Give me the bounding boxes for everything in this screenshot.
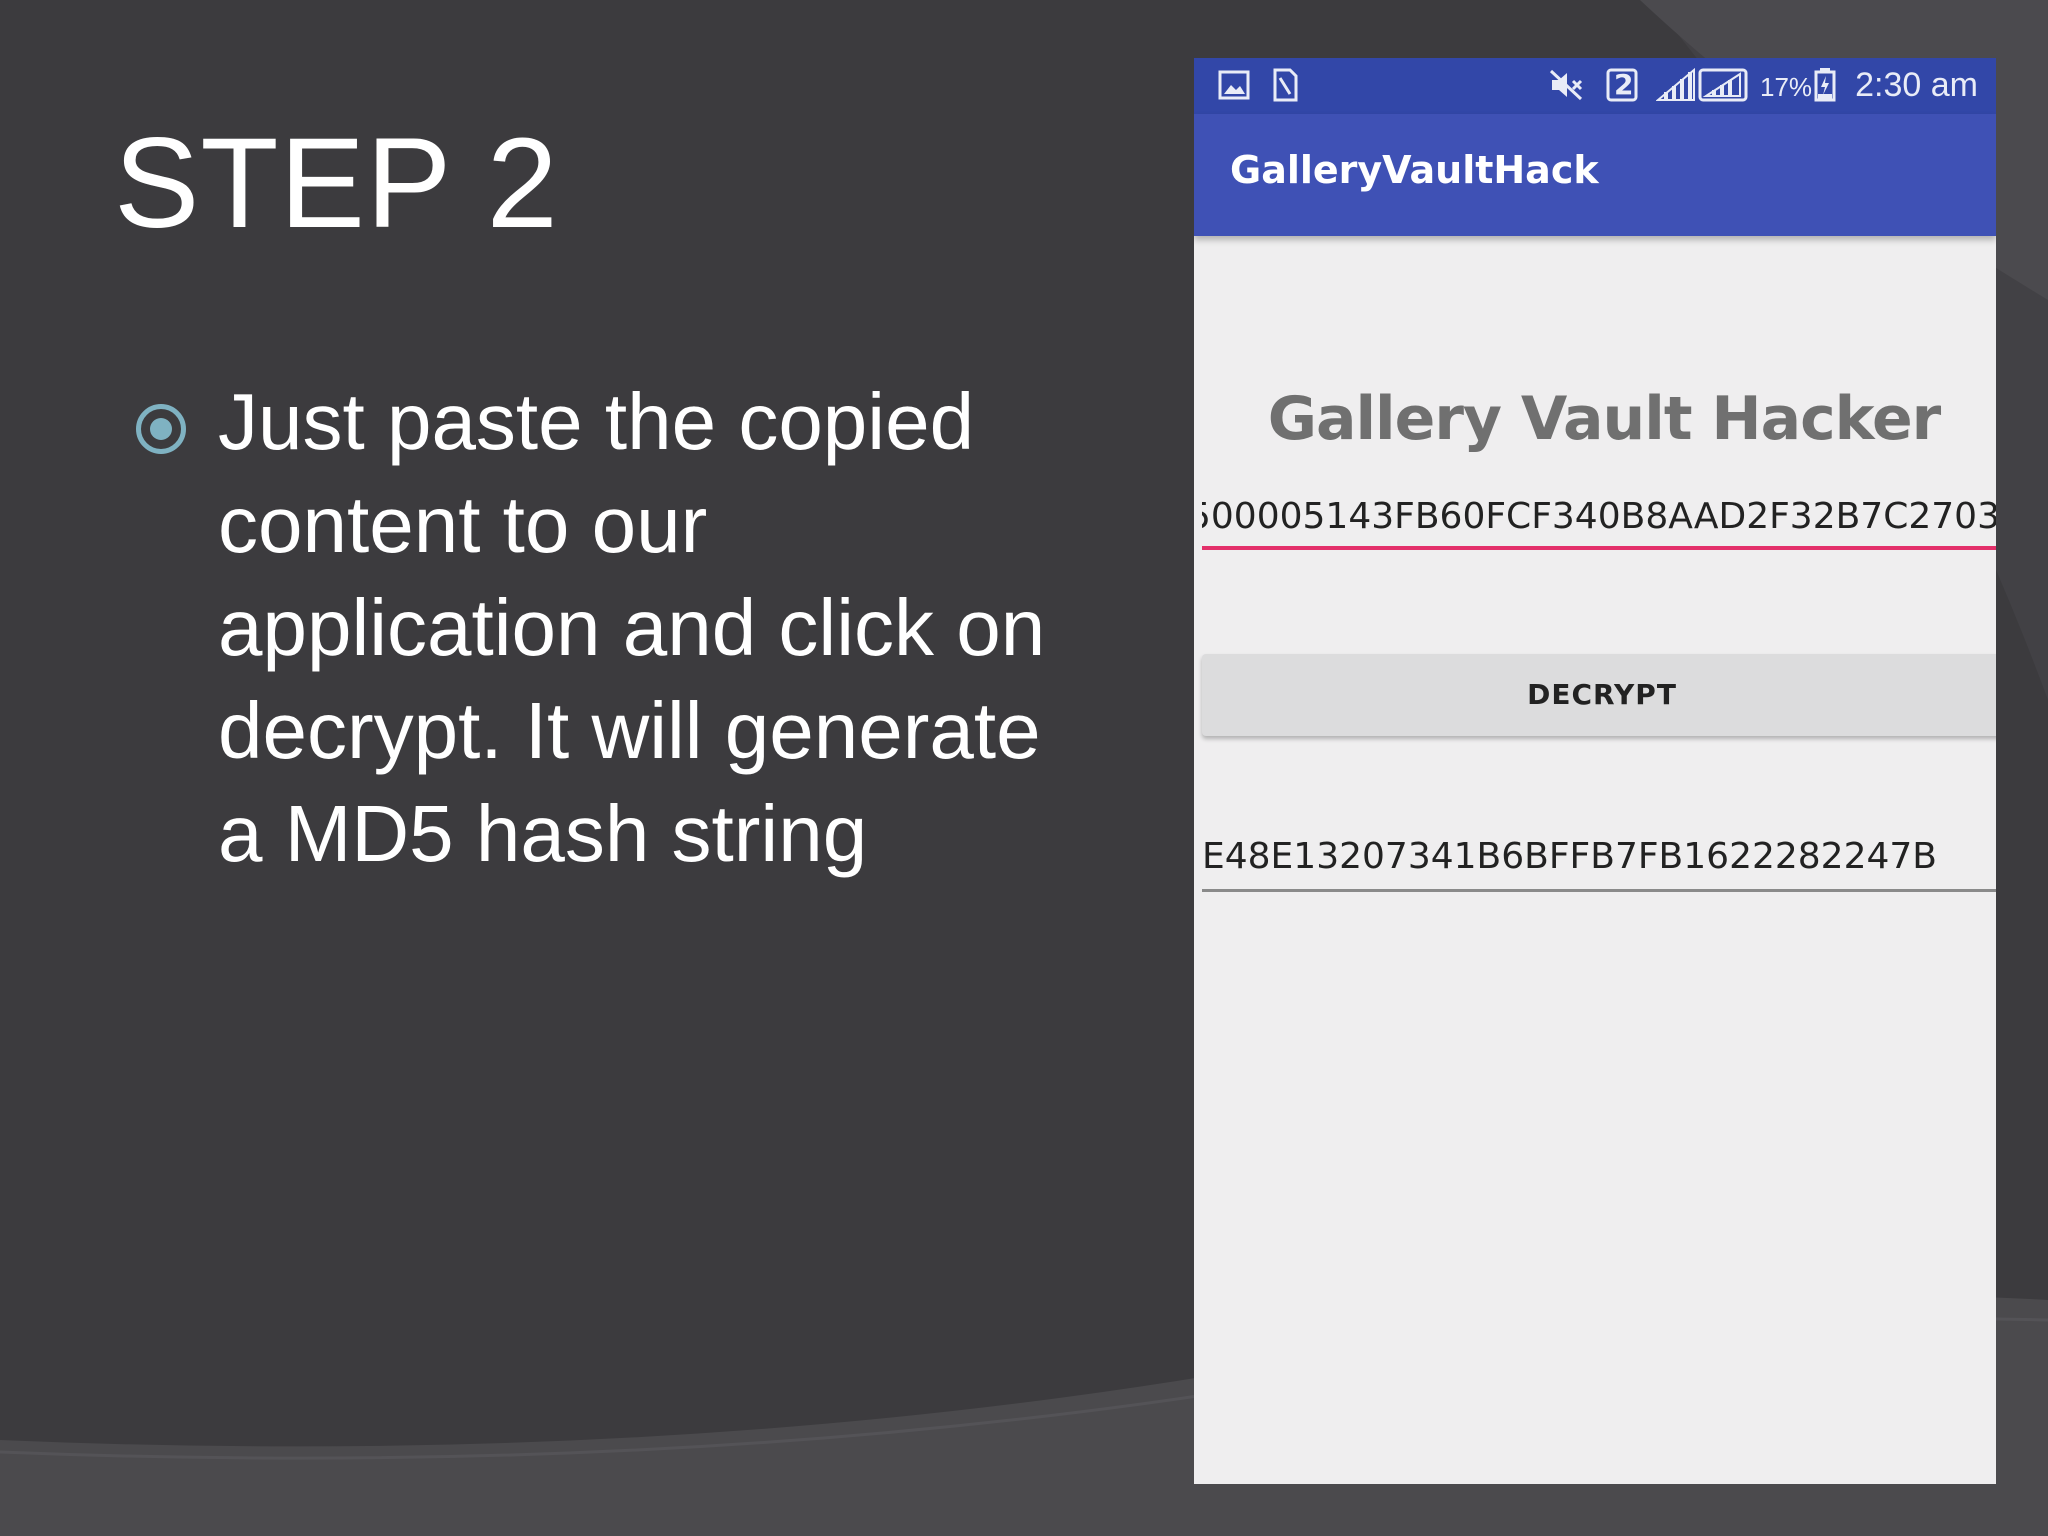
sim-icon <box>1273 68 1298 102</box>
app-title: GalleryVaultHack <box>1230 148 1599 192</box>
battery-percent: 17% <box>1760 72 1813 102</box>
app-heading: Gallery Vault Hacker <box>1267 384 1942 454</box>
image-icon <box>1218 70 1250 100</box>
hash-input[interactable] <box>1202 486 1996 550</box>
phone-screenshot: 2 17% 2:30 am GalleryVaultHack Gallery V… <box>1194 58 1996 1484</box>
decrypt-button[interactable]: DECRYPT <box>1202 654 1996 736</box>
signal-icon <box>1656 68 1695 101</box>
app-bar: GalleryVaultHack <box>1194 114 1996 236</box>
slide-title: STEP 2 <box>114 112 559 255</box>
status-time: 2:30 am <box>1855 66 1978 104</box>
signal-icon-2 <box>1698 68 1748 102</box>
bullet-icon <box>136 404 186 454</box>
sim-number: 2 <box>1614 68 1634 101</box>
mute-icon <box>1549 69 1583 101</box>
battery-icon <box>1814 68 1836 102</box>
bullet-text: Just paste the copied content to our app… <box>218 377 1046 878</box>
status-bar: 2 17% 2:30 am <box>1194 58 1996 114</box>
md5-result-field[interactable]: E48E13207341B6BFFB7FB1622282247B <box>1202 822 1996 892</box>
